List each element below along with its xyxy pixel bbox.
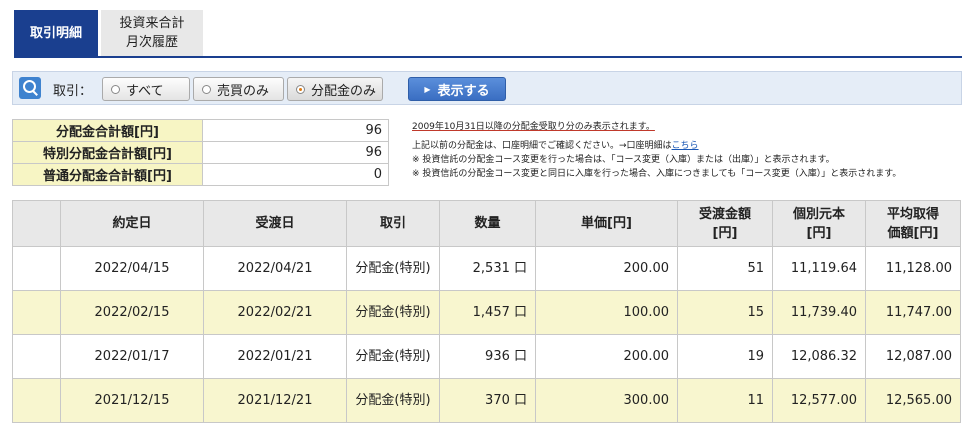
show-button-label: 表示する (437, 83, 490, 99)
summary-row: 分配金合計額[円] 96 (12, 119, 389, 142)
cell-amount: 11 (677, 378, 773, 423)
radio-icon (111, 84, 120, 94)
cell-avg-price: 12,087.00 (865, 334, 961, 379)
filter-option-all[interactable]: すべて (102, 77, 190, 101)
summary-label: 普通分配金合計額[円] (12, 163, 203, 186)
cell-type: 分配金(特別) (346, 290, 440, 335)
cell-avg-price: 12,565.00 (865, 378, 961, 423)
notes-course-change-2: ※ 投資信託の分配金コース変更と同日に入庫を行った場合、入庫につきましても「コー… (412, 169, 902, 179)
cell-blank (12, 246, 61, 291)
tab-monthly-history[interactable]: 投資来合計 月次履歴 (101, 10, 203, 56)
tab-bar: 取引明細 投資来合計 月次履歴 (0, 0, 971, 58)
cell-settle-date: 2022/01/21 (203, 334, 347, 379)
notes-course-change-1: ※ 投資信託の分配金コース変更を行った場合は、「コース変更（入庫）または（出庫）… (412, 155, 835, 165)
summary-value: 0 (202, 163, 389, 186)
summary-row: 普通分配金合計額[円] 0 (12, 163, 389, 186)
table-row: 2022/01/17 2022/01/21 分配金(特別) 936 口 200.00 19… (12, 334, 961, 379)
header-amount-line2: [円] (712, 225, 738, 241)
filter-option-trades[interactable]: 売買のみ (193, 77, 284, 101)
header-type: 取引 (346, 200, 440, 247)
table-row: 2021/12/15 2021/12/21 分配金(特別) 370 口 300.00 11… (12, 378, 961, 423)
triangle-right-icon: ▶ (424, 84, 431, 94)
header-blank (12, 200, 61, 247)
search-icon (19, 77, 41, 99)
cell-type: 分配金(特別) (346, 378, 440, 423)
cell-principal: 11,739.40 (772, 290, 866, 335)
cell-quantity: 2,531 口 (439, 246, 536, 291)
header-unit-price: 単価[円] (535, 200, 678, 247)
header-trade-date: 約定日 (60, 200, 204, 247)
summary-label: 特別分配金合計額[円] (12, 141, 203, 164)
header-avg-line1: 平均取得 (886, 206, 939, 222)
cell-trade-date: 2022/02/15 (60, 290, 204, 335)
summary-row: 特別分配金合計額[円] 96 (12, 141, 389, 164)
filter-label: 取引： (53, 84, 93, 99)
table-row: 2022/04/15 2022/04/21 分配金(特別) 2,531 口 200.00… (12, 246, 961, 291)
header-amount-line1: 受渡金額 (698, 206, 751, 222)
cell-unit-price: 300.00 (535, 378, 678, 423)
tab-transaction-details[interactable]: 取引明細 (14, 10, 98, 56)
cell-unit-price: 200.00 (535, 334, 678, 379)
notes-main: 2009年10月31日以降の分配金受取り分のみ表示されます。 (412, 122, 655, 132)
header-settle-date: 受渡日 (203, 200, 347, 247)
header-avg-line2: 価額[円] (887, 225, 939, 241)
cell-principal: 12,086.32 (772, 334, 866, 379)
cell-amount: 19 (677, 334, 773, 379)
cell-amount: 51 (677, 246, 773, 291)
radio-icon (202, 84, 211, 94)
cell-type: 分配金(特別) (346, 334, 440, 379)
radio-selected-icon (296, 84, 305, 94)
cell-settle-date: 2021/12/21 (203, 378, 347, 423)
transaction-table: 約定日 受渡日 取引 数量 単価[円] 受渡金額 [円] 個別元本 [円] 平均… (12, 200, 961, 423)
summary-value: 96 (202, 119, 389, 142)
filter-option-label: 分配金のみ (311, 83, 377, 99)
notes-account-statement: 上記以前の分配金は、口座明細でご確認ください。→口座明細はこちら (412, 139, 952, 153)
notes: 2009年10月31日以降の分配金受取り分のみ表示されます。 上記以前の分配金は… (412, 120, 952, 181)
cell-trade-date: 2022/04/15 (60, 246, 204, 291)
tab-label-line2: 月次履歴 (125, 35, 178, 50)
header-principal: 個別元本 [円] (772, 200, 866, 247)
show-button[interactable]: ▶ 表示する (408, 77, 506, 101)
tab-underline (14, 56, 962, 58)
filter-option-distributions[interactable]: 分配金のみ (287, 77, 383, 101)
header-amount: 受渡金額 [円] (677, 200, 773, 247)
cell-trade-date: 2022/01/17 (60, 334, 204, 379)
header-quantity: 数量 (439, 200, 536, 247)
cell-type: 分配金(特別) (346, 246, 440, 291)
summary-value: 96 (202, 141, 389, 164)
tab-label: 取引明細 (29, 25, 82, 41)
header-principal-line1: 個別元本 (792, 206, 845, 222)
cell-principal: 12,577.00 (772, 378, 866, 423)
cell-settle-date: 2022/04/21 (203, 246, 347, 291)
cell-trade-date: 2021/12/15 (60, 378, 204, 423)
cell-avg-price: 11,747.00 (865, 290, 961, 335)
account-statement-link[interactable]: こちら (672, 141, 699, 151)
cell-blank (12, 290, 61, 335)
table-header-row: 約定日 受渡日 取引 数量 単価[円] 受渡金額 [円] 個別元本 [円] 平均… (12, 200, 961, 247)
filter-option-label: すべて (126, 83, 164, 99)
table-row: 2022/02/15 2022/02/21 分配金(特別) 1,457 口 100.00… (12, 290, 961, 335)
cell-blank (12, 378, 61, 423)
summary-label: 分配金合計額[円] (12, 119, 203, 142)
cell-quantity: 1,457 口 (439, 290, 536, 335)
header-principal-line2: [円] (806, 225, 832, 241)
filter-bar: 取引： すべて 売買のみ 分配金のみ ▶ 表示する (12, 71, 962, 105)
notes-account-text: 上記以前の分配金は、口座明細でご確認ください。→口座明細は (412, 141, 672, 151)
cell-principal: 11,119.64 (772, 246, 866, 291)
filter-option-label: 売買のみ (217, 83, 270, 99)
cell-amount: 15 (677, 290, 773, 335)
cell-quantity: 370 口 (439, 378, 536, 423)
cell-blank (12, 334, 61, 379)
cell-unit-price: 100.00 (535, 290, 678, 335)
cell-avg-price: 11,128.00 (865, 246, 961, 291)
header-avg-price: 平均取得 価額[円] (865, 200, 961, 247)
summary-table: 分配金合計額[円] 96 特別分配金合計額[円] 96 普通分配金合計額[円] … (12, 119, 389, 186)
cell-quantity: 936 口 (439, 334, 536, 379)
cell-settle-date: 2022/02/21 (203, 290, 347, 335)
cell-unit-price: 200.00 (535, 246, 678, 291)
tab-label-line1: 投資来合計 (119, 16, 185, 31)
